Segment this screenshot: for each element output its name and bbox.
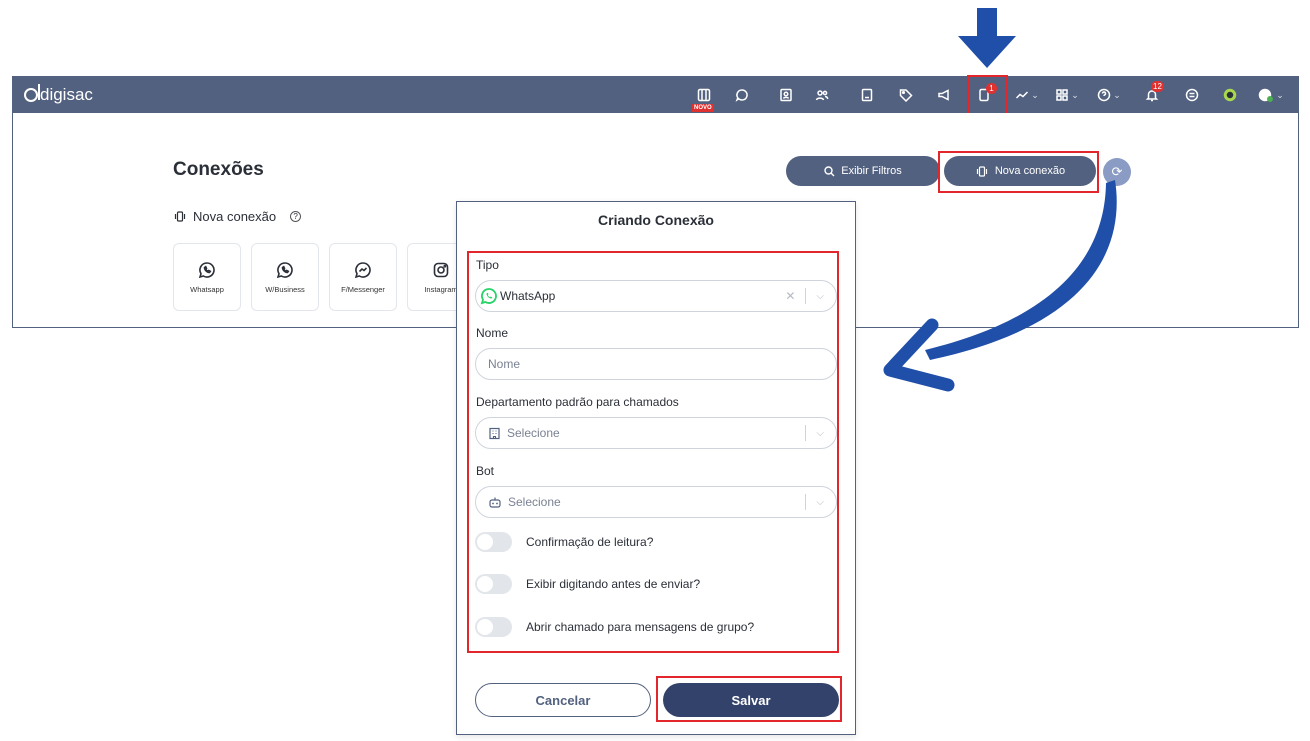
modal-title: Criando Conexão — [598, 212, 714, 228]
nav-apps-icon[interactable]: ⌄ — [1052, 83, 1082, 107]
card-label: F/Messenger — [341, 284, 385, 294]
vibrate-phone-icon — [174, 211, 186, 222]
highlight-save-button — [656, 676, 842, 722]
highlight-form-fields — [467, 251, 839, 653]
page: digisac NOVO 1 ⌄ ⌄ ⌄ 12 ⌄ Conexões Exibi… — [0, 0, 1310, 741]
nav-users-icon[interactable] — [812, 83, 832, 107]
top-navbar: digisac NOVO 1 ⌄ ⌄ ⌄ 12 ⌄ — [12, 76, 1299, 114]
annotation-arrow-curved — [883, 180, 1117, 392]
new-connection-section-label: Nova conexão ? — [173, 209, 302, 224]
nav-contacts-icon[interactable] — [776, 83, 796, 107]
nav-help-icon[interactable]: ⌄ — [1094, 83, 1124, 107]
card-whatsapp[interactable]: Whatsapp — [173, 243, 241, 311]
status-online-icon[interactable] — [1220, 83, 1240, 107]
search-icon — [824, 165, 835, 176]
highlight-connections-nav — [967, 75, 1008, 115]
chevron-down-icon: ⌄ — [1071, 89, 1079, 100]
instagram-icon — [433, 262, 449, 277]
chevron-down-icon: ⌄ — [1031, 89, 1039, 100]
nav-tags-icon[interactable] — [896, 83, 916, 107]
nav-kanban-icon[interactable]: NOVO — [692, 83, 714, 112]
card-label: Instagram — [424, 284, 458, 294]
nav-icons: NOVO 1 ⌄ ⌄ ⌄ 12 ⌄ — [12, 76, 1299, 114]
notifications-badge: 12 — [1151, 81, 1164, 92]
novo-tag: NOVO — [692, 104, 714, 112]
whatsapp-icon — [198, 261, 215, 278]
nav-notifications-icon[interactable]: 12 — [1142, 81, 1164, 107]
nav-stats-icon[interactable]: ⌄ — [1012, 83, 1042, 107]
card-label: W/Business — [265, 284, 305, 294]
section-label-text: Nova conexão — [193, 209, 277, 224]
chevron-down-icon: ⌄ — [1276, 89, 1284, 100]
chevron-down-icon: ⌄ — [1113, 89, 1121, 100]
nav-chat-icon[interactable] — [732, 83, 752, 107]
user-avatar[interactable]: ⌄ — [1255, 83, 1287, 107]
messenger-icon — [354, 261, 371, 278]
annotation-arrow-down — [958, 8, 1016, 68]
card-whatsapp-business[interactable]: W/Business — [251, 243, 319, 311]
card-facebook-messenger[interactable]: F/Messenger — [329, 243, 397, 311]
nav-menu-icon[interactable] — [1182, 83, 1202, 107]
whatsapp-business-icon — [276, 261, 293, 278]
help-icon[interactable]: ? — [290, 211, 302, 222]
card-label: Whatsapp — [190, 284, 224, 294]
nav-files-icon[interactable] — [857, 83, 877, 107]
cancel-button[interactable]: Cancelar — [475, 683, 651, 717]
nav-campaigns-icon[interactable] — [934, 83, 954, 107]
page-title: Conexões — [173, 159, 264, 180]
